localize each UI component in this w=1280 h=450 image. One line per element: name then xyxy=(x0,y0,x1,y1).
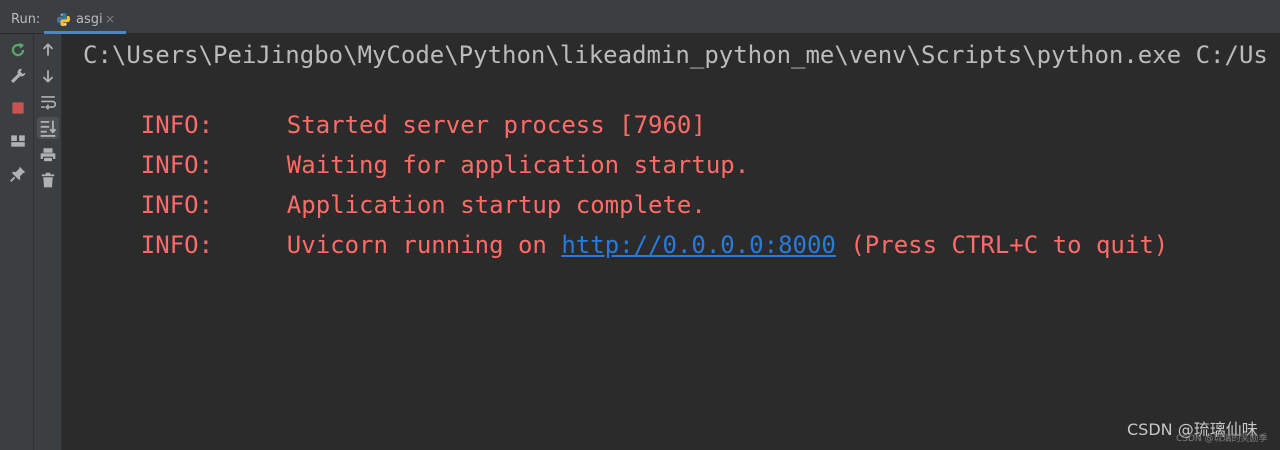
tab-label: asgi xyxy=(76,12,103,27)
trash-icon[interactable] xyxy=(39,171,57,189)
console-output[interactable]: C:\Users\PeiJingbo\MyCode\Python\likeadm… xyxy=(62,34,1280,450)
layout-icon[interactable] xyxy=(9,132,27,150)
server-url-link[interactable]: http://0.0.0.0:8000 xyxy=(561,231,836,259)
run-toolbar-secondary xyxy=(34,34,62,450)
watermark-sub: CSDN @琉璃的奖励季 xyxy=(1176,434,1268,444)
python-icon xyxy=(56,12,71,27)
log-message: Uvicorn running on xyxy=(286,231,562,259)
wrench-icon[interactable] xyxy=(9,67,27,85)
run-panel-header: Run: asgi × xyxy=(0,0,1280,34)
log-line: INFO: Uvicorn running on http://0.0.0.0:8… xyxy=(83,200,1168,290)
pin-icon[interactable] xyxy=(9,165,27,183)
run-toolbar-primary xyxy=(0,34,34,450)
log-level: INFO: xyxy=(140,231,214,259)
log-message-suffix: (Press CTRL+C to quit) xyxy=(835,231,1169,259)
tab-asgi[interactable]: asgi × xyxy=(44,7,126,34)
command-line: C:\Users\PeiJingbo\MyCode\Python\likeadm… xyxy=(83,41,1268,69)
soft-wrap-icon[interactable] xyxy=(39,93,57,111)
arrow-down-icon[interactable] xyxy=(39,67,57,85)
scroll-to-end-icon[interactable] xyxy=(37,117,59,139)
close-icon[interactable]: × xyxy=(105,12,115,26)
stop-icon[interactable] xyxy=(9,99,27,117)
run-label: Run: xyxy=(11,12,41,27)
arrow-up-icon[interactable] xyxy=(39,41,57,59)
rerun-icon[interactable] xyxy=(9,41,27,59)
print-icon[interactable] xyxy=(39,146,57,164)
